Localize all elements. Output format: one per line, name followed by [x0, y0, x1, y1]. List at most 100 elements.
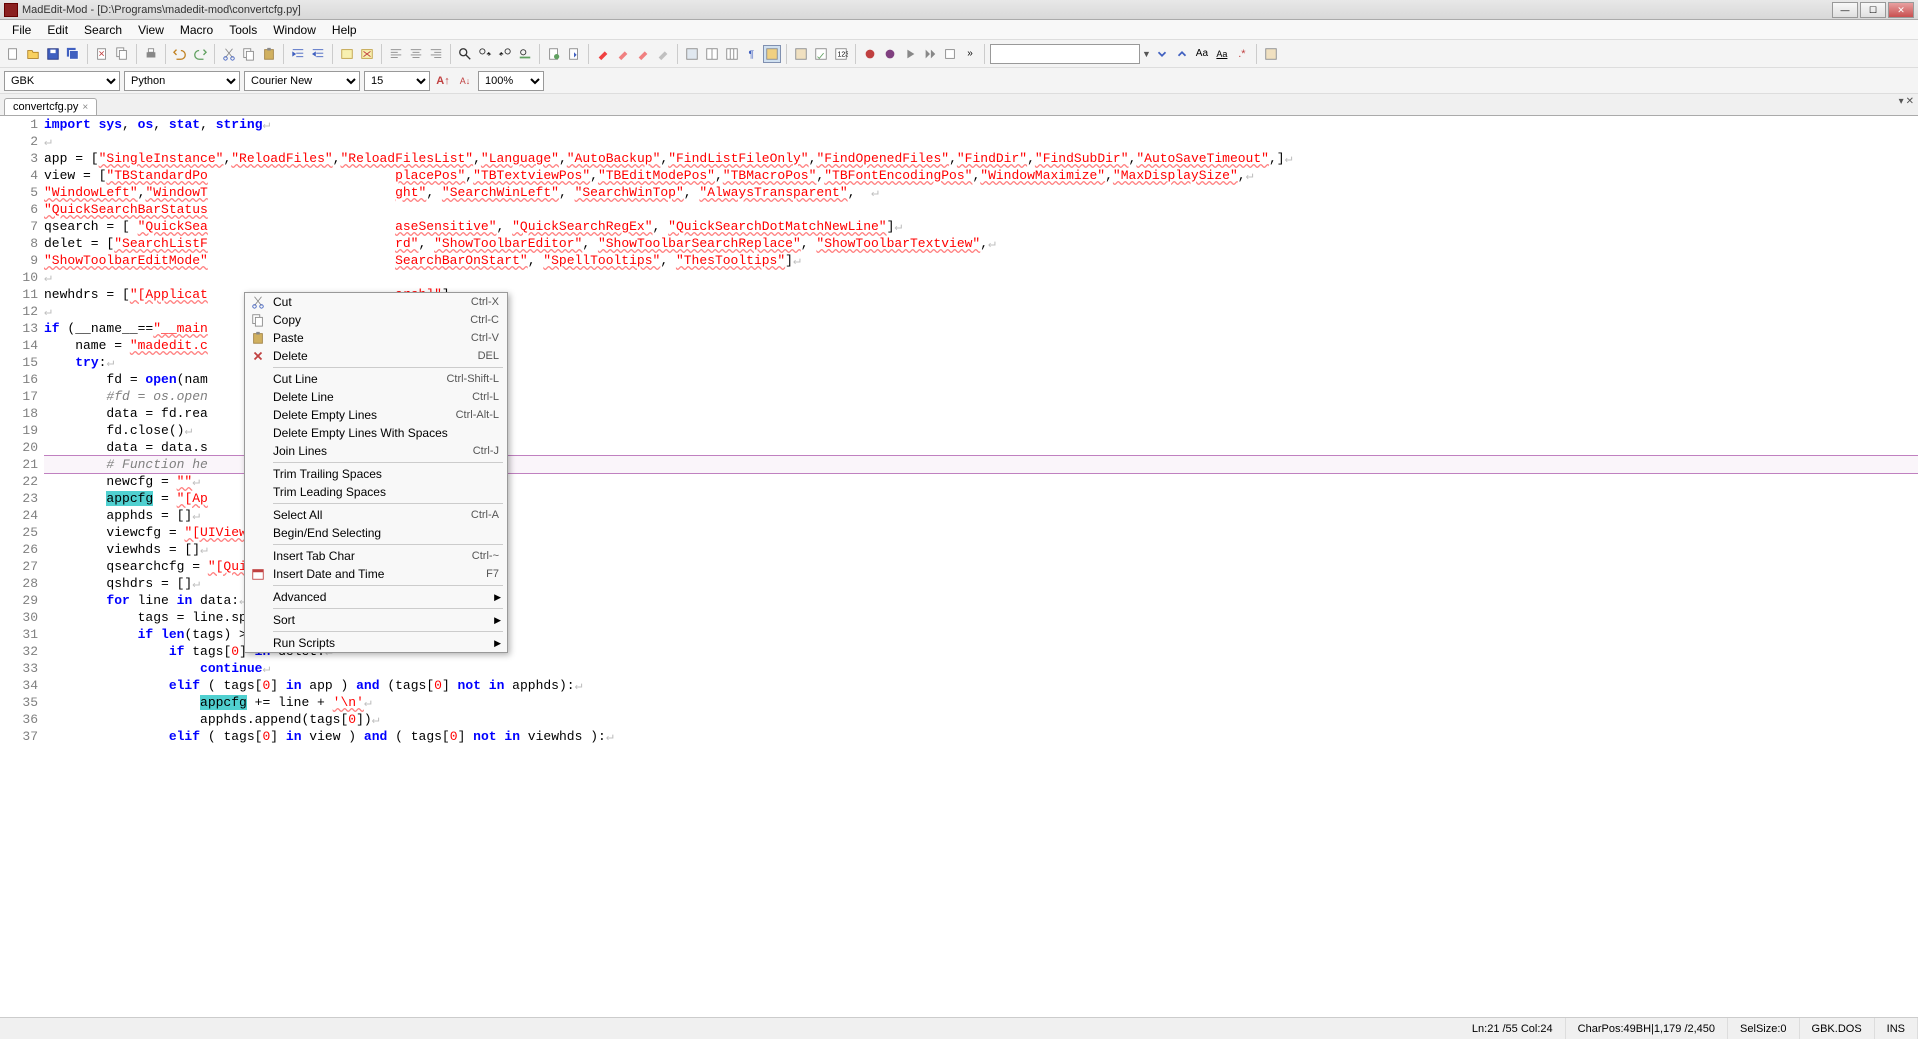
context-item-begin-end-selecting[interactable]: Begin/End Selecting	[245, 524, 507, 542]
highlight-next-button[interactable]	[634, 45, 652, 63]
context-item-join-lines[interactable]: Join LinesCtrl-J	[245, 442, 507, 460]
save-macro-button[interactable]	[941, 45, 959, 63]
tab-close-all-icon[interactable]: ✕	[1906, 96, 1914, 107]
font-name-combo[interactable]: Courier New	[244, 71, 360, 91]
context-item-delete[interactable]: DeleteDEL	[245, 347, 507, 365]
stop-macro-button[interactable]	[881, 45, 899, 63]
context-item-cut-line[interactable]: Cut LineCtrl-Shift-L	[245, 370, 507, 388]
find-next-button[interactable]	[476, 45, 494, 63]
close-file-button[interactable]	[93, 45, 111, 63]
record-macro-button[interactable]	[861, 45, 879, 63]
editor-area[interactable]: 1234567891011121314151617181920212223242…	[0, 116, 1918, 1017]
menu-view[interactable]: View	[130, 21, 172, 39]
context-item-sort[interactable]: Sort▶	[245, 611, 507, 629]
find-button[interactable]	[456, 45, 474, 63]
context-item-select-all[interactable]: Select AllCtrl-A	[245, 506, 507, 524]
menu-edit[interactable]: Edit	[39, 21, 76, 39]
context-item-delete-line[interactable]: Delete LineCtrl-L	[245, 388, 507, 406]
context-item-trim-leading-spaces[interactable]: Trim Leading Spaces	[245, 483, 507, 501]
highlight-clear-button[interactable]	[654, 45, 672, 63]
maximize-button[interactable]: ☐	[1860, 2, 1886, 18]
context-item-copy[interactable]: CopyCtrl-C	[245, 311, 507, 329]
toolbar-more-button[interactable]: »	[961, 45, 979, 63]
view-mode-column-button[interactable]	[703, 45, 721, 63]
indent-button[interactable]	[289, 45, 307, 63]
paste-button[interactable]	[260, 45, 278, 63]
context-item-run-scripts[interactable]: Run Scripts▶	[245, 634, 507, 652]
context-item-cut[interactable]: CutCtrl-X	[245, 293, 507, 311]
context-item-delete-empty-lines-with-spaces[interactable]: Delete Empty Lines With Spaces	[245, 424, 507, 442]
code-line[interactable]: elif ( tags[0] in app ) and (tags[0] not…	[44, 677, 1918, 694]
encoding-combo[interactable]: GBK	[4, 71, 120, 91]
replace-button[interactable]	[516, 45, 534, 63]
file-tab-active[interactable]: convertcfg.py ×	[4, 98, 97, 115]
show-symbols-button[interactable]: ¶	[743, 45, 761, 63]
close-all-button[interactable]	[113, 45, 131, 63]
highlight-prev-button[interactable]	[614, 45, 632, 63]
context-item-trim-trailing-spaces[interactable]: Trim Trailing Spaces	[245, 465, 507, 483]
play-macro-button[interactable]	[901, 45, 919, 63]
code-line[interactable]: import sys, os, stat, string↵	[44, 116, 1918, 133]
quick-search-down-button[interactable]	[1153, 45, 1171, 63]
open-file-button[interactable]	[24, 45, 42, 63]
preview-button[interactable]	[792, 45, 810, 63]
minimize-button[interactable]: —	[1832, 2, 1858, 18]
code-line[interactable]: appcfg += line + '\n'↵	[44, 694, 1918, 711]
syntax-combo[interactable]: Python	[124, 71, 240, 91]
quick-search-case-button[interactable]: Aa	[1193, 45, 1211, 63]
new-file-button[interactable]	[4, 45, 22, 63]
context-item-insert-tab-char[interactable]: Insert Tab CharCtrl-~	[245, 547, 507, 565]
uncomment-button[interactable]	[358, 45, 376, 63]
quick-search-regex-button[interactable]: .*	[1233, 45, 1251, 63]
close-quicksearch-button[interactable]	[1262, 45, 1280, 63]
quick-search-input[interactable]	[990, 44, 1140, 64]
align-right-button[interactable]	[427, 45, 445, 63]
cut-button[interactable]	[220, 45, 238, 63]
code-line[interactable]: apphds.append(tags[0])↵	[44, 711, 1918, 728]
menu-tools[interactable]: Tools	[221, 21, 265, 39]
code-line[interactable]: "QuickSearchBarStatus	[44, 201, 1918, 218]
bookmark-next-button[interactable]	[565, 45, 583, 63]
bookmark-button[interactable]	[545, 45, 563, 63]
word-count-button[interactable]: 123	[832, 45, 850, 63]
context-item-insert-date-and-time[interactable]: Insert Date and TimeF7	[245, 565, 507, 583]
font-size-combo[interactable]: 15	[364, 71, 430, 91]
copy-button[interactable]	[240, 45, 258, 63]
code-line[interactable]: ↵	[44, 133, 1918, 150]
menu-search[interactable]: Search	[76, 21, 130, 39]
font-smaller-button[interactable]: A↓	[456, 72, 474, 90]
font-larger-button[interactable]: A↑	[434, 72, 452, 90]
code-line[interactable]: ↵	[44, 269, 1918, 286]
code-line[interactable]: elif ( tags[0] in view ) and ( tags[0] n…	[44, 728, 1918, 745]
code-line[interactable]: continue↵	[44, 660, 1918, 677]
code-line[interactable]: view = ["TBStandardPo placePos","TBTextv…	[44, 167, 1918, 184]
menu-file[interactable]: File	[4, 21, 39, 39]
outdent-button[interactable]	[309, 45, 327, 63]
align-center-button[interactable]	[407, 45, 425, 63]
context-item-advanced[interactable]: Advanced▶	[245, 588, 507, 606]
highlight-button[interactable]	[594, 45, 612, 63]
undo-button[interactable]	[171, 45, 189, 63]
code-line[interactable]: qsearch = [ "QuickSea aseSensitive", "Qu…	[44, 218, 1918, 235]
zoom-combo[interactable]: 100%	[478, 71, 544, 91]
redo-button[interactable]	[191, 45, 209, 63]
tab-dropdown-icon[interactable]: ▾	[1899, 96, 1904, 107]
comment-button[interactable]	[338, 45, 356, 63]
align-left-button[interactable]	[387, 45, 405, 63]
menu-window[interactable]: Window	[265, 21, 324, 39]
view-mode-hex-button[interactable]	[723, 45, 741, 63]
spell-button[interactable]	[812, 45, 830, 63]
save-all-button[interactable]	[64, 45, 82, 63]
context-item-delete-empty-lines[interactable]: Delete Empty LinesCtrl-Alt-L	[245, 406, 507, 424]
code-line[interactable]: delet = ["SearchListF rd", "ShowToolbarE…	[44, 235, 1918, 252]
play-macro-times-button[interactable]	[921, 45, 939, 63]
file-tab-close-icon[interactable]: ×	[82, 102, 88, 113]
code-line[interactable]: "WindowLeft","WindowT ght", "SearchWinLe…	[44, 184, 1918, 201]
print-button[interactable]	[142, 45, 160, 63]
save-button[interactable]	[44, 45, 62, 63]
quick-search-whole-button[interactable]: Aa	[1213, 45, 1231, 63]
find-prev-button[interactable]	[496, 45, 514, 63]
view-mode-text-button[interactable]	[683, 45, 701, 63]
code-line[interactable]: app = ["SingleInstance","ReloadFiles","R…	[44, 150, 1918, 167]
menu-help[interactable]: Help	[324, 21, 365, 39]
